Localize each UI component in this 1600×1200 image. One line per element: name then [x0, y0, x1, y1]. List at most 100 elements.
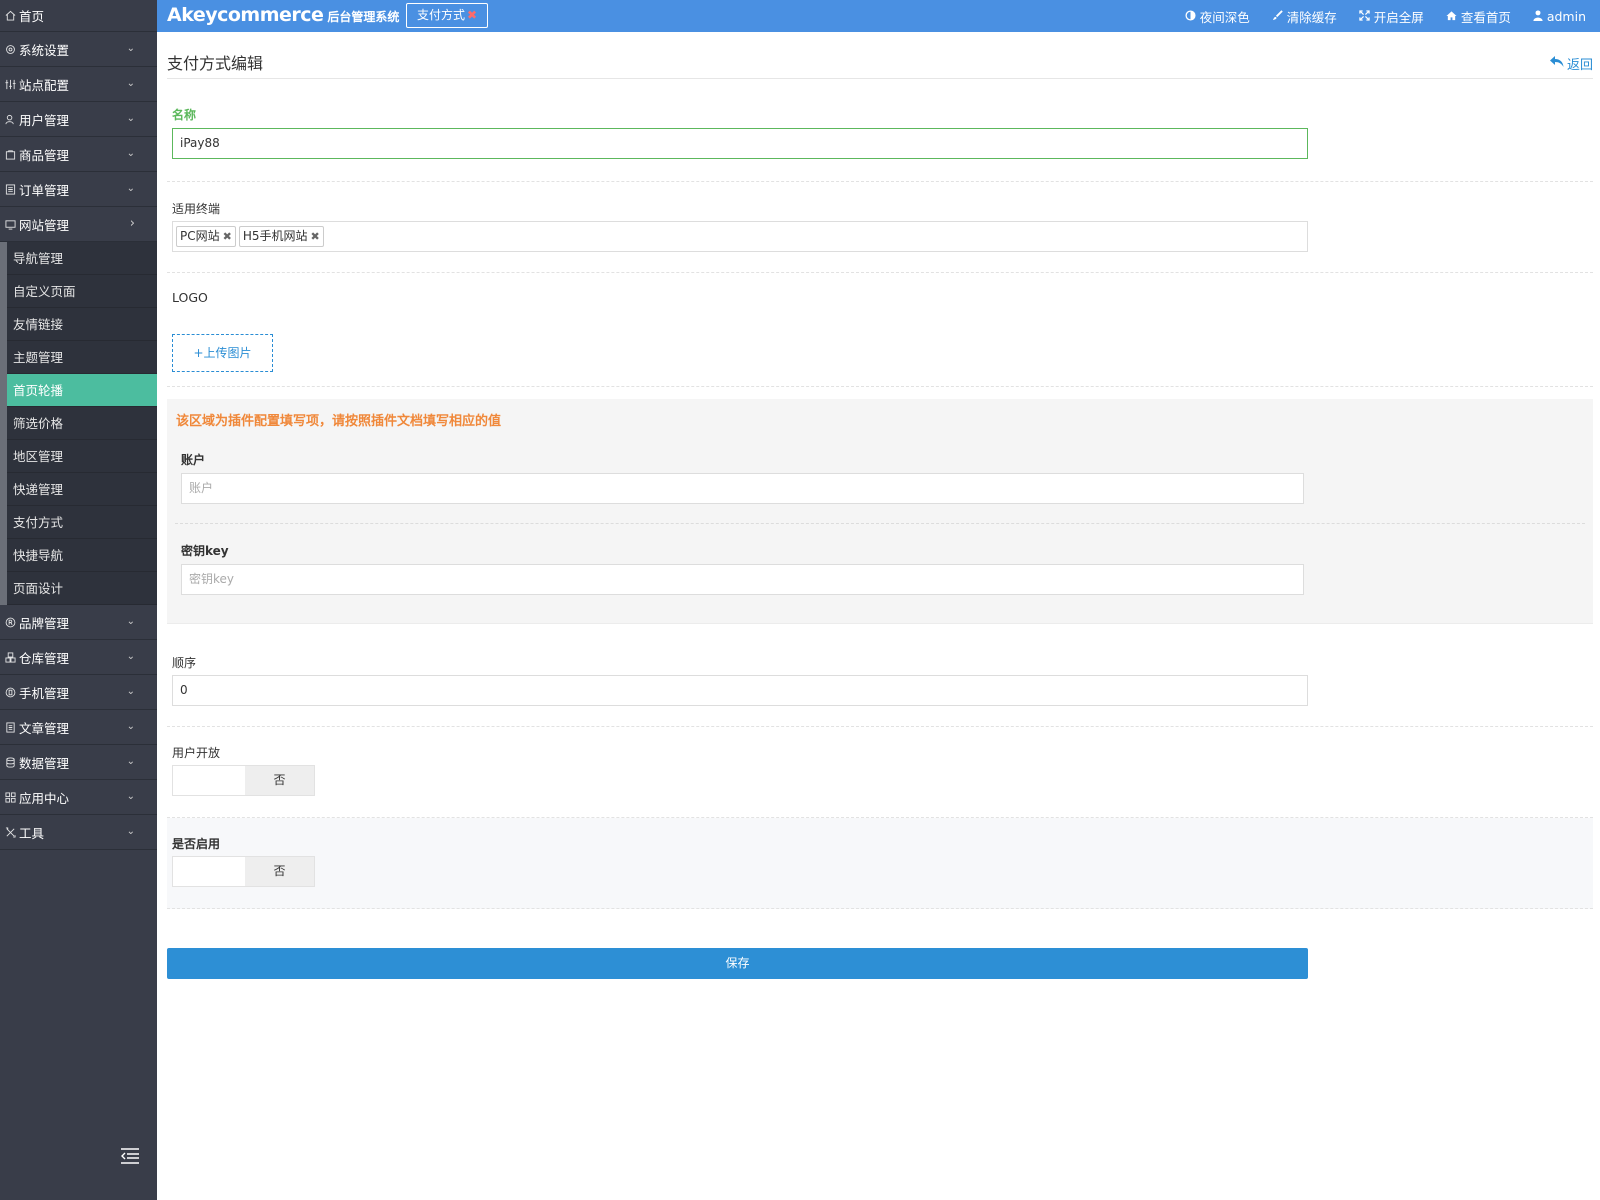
- sidebar-item-label: 工具: [19, 825, 45, 841]
- tools-icon: [4, 826, 17, 839]
- chevron-down-icon: ⌄: [126, 78, 135, 89]
- sidebar-subitem-theme[interactable]: 主题管理: [7, 341, 157, 374]
- sidebar-item-home[interactable]: 首页: [0, 0, 157, 32]
- database-icon: [4, 756, 17, 769]
- chevron-down-icon: ⌄: [126, 113, 135, 124]
- sidebar-item-label: 站点配置: [19, 77, 70, 93]
- order-field-group: 顺序 0: [167, 624, 1593, 727]
- user-name: admin: [1546, 8, 1586, 24]
- home-icon: [4, 9, 17, 22]
- brand: Akeycommerce 后台管理系统: [167, 4, 399, 26]
- key-label: 密钥key: [181, 544, 229, 558]
- sidebar-item-label: 商品管理: [19, 147, 70, 163]
- user-icon: [1533, 9, 1543, 24]
- apps-icon: [4, 791, 17, 804]
- page-header: 支付方式编辑 返回: [167, 32, 1593, 79]
- switch-knob: [173, 857, 245, 886]
- sidebar-item-label: 系统设置: [19, 42, 70, 58]
- tab-label: 支付方式: [417, 8, 466, 22]
- sidebar-item-warehouse[interactable]: 仓库管理 ⌄: [0, 640, 157, 675]
- clear-cache-button[interactable]: 清除缓存: [1272, 7, 1337, 26]
- registered-icon: [4, 616, 17, 629]
- chevron-down-icon: ⌄: [126, 826, 135, 837]
- document-icon: [4, 721, 17, 734]
- home-icon: [1446, 9, 1457, 24]
- form-actions: 保存: [167, 909, 1593, 989]
- order-label: 顺序: [172, 656, 197, 670]
- sidebar-item-mobile[interactable]: 手机管理 ⌄: [0, 675, 157, 710]
- list-icon: [4, 183, 17, 196]
- night-mode-button[interactable]: 夜间深色: [1185, 7, 1250, 26]
- remove-icon[interactable]: ✖: [223, 222, 232, 251]
- sidebar-subitem-quick-nav[interactable]: 快捷导航: [7, 539, 157, 572]
- chevron-down-icon: ⌄: [126, 183, 135, 194]
- user-open-switch[interactable]: 否: [172, 765, 315, 796]
- switch-value: 否: [245, 766, 314, 795]
- sidebar-item-brand[interactable]: 品牌管理 ⌄: [0, 605, 157, 640]
- gear-icon: [4, 43, 17, 56]
- boxes-icon: [4, 651, 17, 664]
- save-button[interactable]: 保存: [167, 948, 1308, 979]
- mobile-icon: [4, 686, 17, 699]
- plugin-notice: 该区域为插件配置填写项，请按照插件文档填写相应的值: [176, 414, 502, 429]
- sidebar-item-orders[interactable]: 订单管理 ⌄: [0, 172, 157, 207]
- sidebar-subitem-express[interactable]: 快递管理: [7, 473, 157, 506]
- user-open-field-group: 用户开放 否: [167, 727, 1593, 818]
- sidebar-item-goods[interactable]: 商品管理 ⌄: [0, 137, 157, 172]
- enable-label: 是否启用: [172, 837, 221, 851]
- sidebar-subitem-links[interactable]: 友情链接: [7, 308, 157, 341]
- bag-icon: [4, 148, 17, 161]
- order-input[interactable]: 0: [172, 675, 1308, 706]
- monitor-icon: [4, 218, 17, 231]
- page-title: 支付方式编辑: [167, 54, 264, 73]
- sidebar-item-system[interactable]: 系统设置 ⌄: [0, 32, 157, 67]
- remove-icon[interactable]: ✖: [311, 222, 320, 251]
- sidebar-item-label: 品牌管理: [19, 615, 70, 631]
- plugin-config-section: 该区域为插件配置填写项，请按照插件文档填写相应的值 账户 账户 密钥key 密钥…: [167, 399, 1593, 624]
- sidebar-subitem-region[interactable]: 地区管理: [7, 440, 157, 473]
- upload-image-button[interactable]: +上传图片: [172, 334, 273, 372]
- chevron-down-icon: ⌄: [126, 43, 135, 54]
- tag-label: PC网站: [180, 229, 220, 243]
- sidebar-subitem-page-design[interactable]: 页面设计: [7, 572, 157, 605]
- sidebar-subitem-price-filter[interactable]: 筛选价格: [7, 407, 157, 440]
- tab-payment[interactable]: 支付方式 ✖: [406, 3, 489, 28]
- brush-icon: [1272, 9, 1283, 24]
- fullscreen-button[interactable]: 开启全屏: [1359, 7, 1424, 26]
- terminal-multiselect[interactable]: PC网站 ✖ H5手机网站 ✖: [172, 221, 1308, 252]
- sidebar-item-label: 手机管理: [19, 685, 70, 701]
- user-menu[interactable]: admin: [1533, 9, 1586, 24]
- sidebar-subitem-payment[interactable]: 支付方式: [7, 506, 157, 539]
- sidebar-item-data[interactable]: 数据管理 ⌄: [0, 745, 157, 780]
- sidebar-subitem-nav[interactable]: 导航管理: [7, 242, 157, 275]
- sidebar-item-tools[interactable]: 工具 ⌄: [0, 815, 157, 850]
- key-input[interactable]: 密钥key: [181, 564, 1304, 595]
- enable-switch[interactable]: 否: [172, 856, 315, 887]
- half-circle-icon: [1185, 9, 1196, 24]
- back-button[interactable]: 返回: [1549, 54, 1593, 73]
- night-mode-label: 夜间深色: [1199, 9, 1250, 25]
- sidebar-item-apps[interactable]: 应用中心 ⌄: [0, 780, 157, 815]
- sidebar-subitem-slider[interactable]: 首页轮播: [7, 374, 157, 407]
- sidebar-item-label: 网站管理: [19, 217, 70, 233]
- chevron-down-icon: ⌄: [126, 651, 135, 662]
- brand-subtitle: 后台管理系统: [327, 10, 400, 24]
- name-input[interactable]: iPay88: [172, 128, 1308, 159]
- enable-field-group: 是否启用 否: [167, 818, 1593, 909]
- close-icon[interactable]: ✖: [467, 8, 477, 22]
- reply-icon: [1549, 55, 1564, 72]
- sidebar-item-users[interactable]: 用户管理 ⌄: [0, 102, 157, 137]
- view-home-button[interactable]: 查看首页: [1446, 7, 1511, 26]
- sidebar-item-label: 应用中心: [19, 790, 70, 806]
- view-home-label: 查看首页: [1460, 9, 1511, 25]
- sidebar-item-site[interactable]: 站点配置 ⌄: [0, 67, 157, 102]
- sidebar-item-website[interactable]: 网站管理 ›: [0, 207, 157, 242]
- logo-label: LOGO: [172, 290, 208, 305]
- sidebar-subitem-custom-page[interactable]: 自定义页面: [7, 275, 157, 308]
- sidebar-item-articles[interactable]: 文章管理 ⌄: [0, 710, 157, 745]
- account-input[interactable]: 账户: [181, 473, 1304, 504]
- sidebar-collapse-icon[interactable]: [121, 1148, 139, 1164]
- sidebar-item-label: 数据管理: [19, 755, 70, 771]
- sidebar-item-label: 仓库管理: [19, 650, 70, 666]
- terminal-label: 适用终端: [172, 202, 221, 216]
